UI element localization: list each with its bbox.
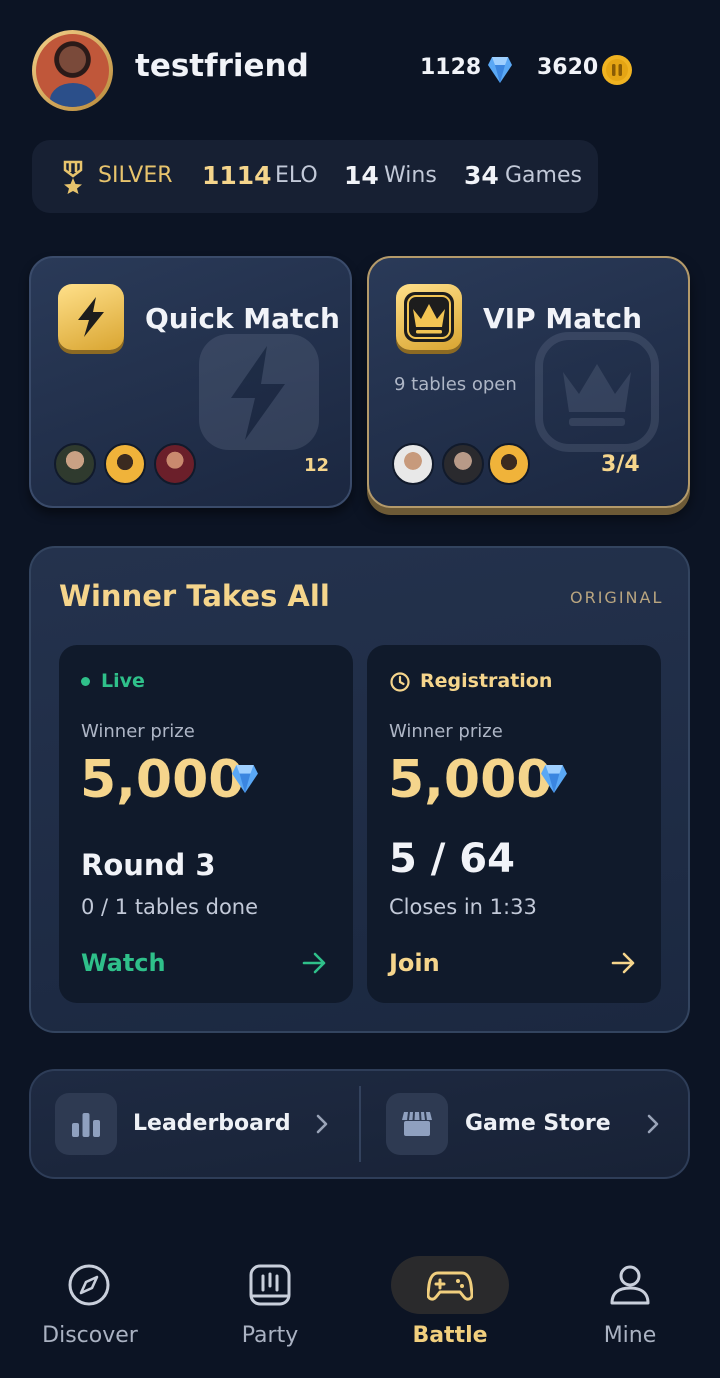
tournament-tag: ORIGINAL [570, 588, 664, 607]
player-avatar [442, 443, 484, 485]
nav-mine[interactable]: Mine [560, 1323, 700, 1348]
vip-match-title: VIP Match [483, 302, 643, 335]
player-avatar [104, 443, 146, 485]
live-progress: 0 / 1 tables done [81, 895, 259, 919]
quick-match-player-count: 12 [304, 455, 330, 476]
username: testfriend [135, 48, 309, 84]
ghost-crown-icon [535, 332, 659, 452]
elo-value: 1114 [202, 161, 272, 190]
coin-icon [602, 55, 632, 85]
arrow-right-icon[interactable] [302, 951, 328, 975]
links-divider [359, 1086, 361, 1162]
avatar-image [36, 34, 109, 107]
join-button[interactable]: Join [389, 949, 440, 977]
rank-label: SILVER [98, 163, 173, 188]
lightning-icon [78, 297, 104, 337]
elo-label: ELO [275, 163, 318, 188]
ghost-lightning-icon [199, 334, 319, 450]
quick-match-card[interactable]: Quick Match 12 [29, 256, 352, 508]
wins-label: Wins [384, 163, 437, 188]
games-label: Games [505, 163, 582, 188]
profile-avatar[interactable] [32, 30, 113, 111]
gem-balance: 1128 [420, 55, 482, 80]
leaderboard-link[interactable]: Leaderboard [133, 1111, 291, 1136]
wins-value: 14 [344, 161, 379, 190]
store-icon [402, 1111, 432, 1136]
live-status: Live [101, 670, 145, 692]
bar-chart-icon [72, 1113, 100, 1137]
player-avatar [54, 443, 96, 485]
live-round: Round 3 [81, 848, 216, 882]
nav-battle[interactable]: Battle [380, 1323, 520, 1348]
arrow-right-icon[interactable] [611, 951, 637, 975]
clock-icon [390, 672, 410, 692]
store-icon-box[interactable] [386, 1093, 448, 1155]
gamepad-icon[interactable] [427, 1269, 473, 1303]
quick-match-title: Quick Match [145, 302, 340, 335]
tournament-title: Winner Takes All [59, 579, 330, 613]
nav-discover[interactable]: Discover [20, 1323, 160, 1348]
player-avatar [392, 443, 434, 485]
registration-status: Registration [420, 670, 553, 692]
nav-party[interactable]: Party [200, 1323, 340, 1348]
registration-prize-amount: 5,000 [388, 750, 553, 810]
vip-match-table-count: 3/4 [601, 452, 640, 477]
chevron-right-icon[interactable] [645, 1113, 661, 1135]
player-avatar [488, 443, 530, 485]
gem-icon [232, 765, 258, 793]
player-avatar [154, 443, 196, 485]
gem-icon [488, 57, 512, 83]
user-icon[interactable] [608, 1263, 652, 1307]
registration-countdown: Closes in 1:33 [389, 895, 537, 919]
chevron-right-icon[interactable] [314, 1113, 330, 1135]
vip-match-card[interactable]: VIP Match 9 tables open 3/4 [367, 256, 690, 508]
live-dot-icon [81, 677, 90, 686]
coin-balance: 3620 [537, 55, 599, 80]
crown-icon [404, 292, 454, 342]
game-store-link[interactable]: Game Store [465, 1111, 611, 1136]
compass-icon[interactable] [67, 1263, 111, 1307]
gem-icon [541, 765, 567, 793]
registration-slots: 5 / 64 [389, 836, 515, 882]
vip-tables-open: 9 tables open [394, 374, 517, 395]
party-icon[interactable] [248, 1263, 292, 1307]
registration-prize-label: Winner prize [389, 721, 503, 742]
rank-medal-icon [63, 160, 83, 194]
crown-badge [396, 284, 462, 350]
live-prize-amount: 5,000 [80, 750, 245, 810]
lightning-badge [58, 284, 124, 350]
leaderboard-icon-box[interactable] [55, 1093, 117, 1155]
games-value: 34 [464, 161, 499, 190]
live-prize-label: Winner prize [81, 721, 195, 742]
watch-button[interactable]: Watch [81, 949, 166, 977]
